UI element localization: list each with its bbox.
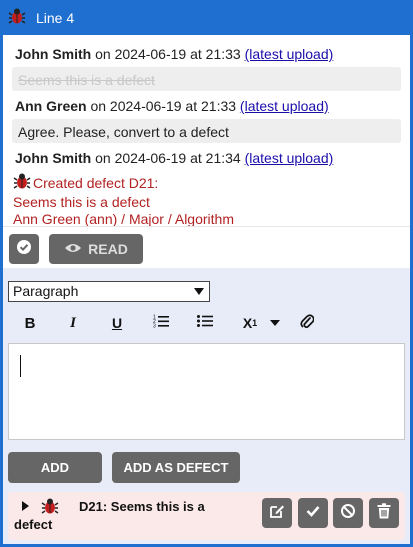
format-select[interactable]: Paragraph [8,281,210,302]
italic-button[interactable]: I [65,312,81,334]
latest-upload-link[interactable]: (latest upload) [245,150,334,166]
comment-list: John Smith on 2024-06-19 at 21:33 (lates… [3,35,410,228]
ban-icon [340,503,356,524]
defect-note-line: Created defect D21: [13,172,234,194]
reject-defect-button[interactable] [333,498,363,528]
text-caret [20,355,21,377]
bullet-list-button[interactable] [195,312,215,334]
read-label: READ [88,241,128,257]
underline-button[interactable]: U [108,312,126,334]
panel-title: Line 4 [36,9,75,26]
numbered-list-icon: 1 2 3 [153,314,169,333]
comment-header: John Smith on 2024-06-19 at 21:34 (lates… [15,150,333,166]
defect-section: D21: Seems this is a defect [3,489,410,544]
subscript-dropdown[interactable] [269,312,281,334]
bug-icon [41,497,59,520]
comment-date: on 2024-06-19 at 21:33 [91,46,245,62]
resolve-defect-button[interactable] [298,498,328,528]
svg-text:3: 3 [153,323,156,328]
delete-defect-button[interactable] [369,498,399,528]
read-button[interactable]: READ [49,234,143,264]
edit-icon [269,503,285,524]
defect-item: D21: Seems this is a defect [8,492,405,540]
bold-button[interactable]: B [21,312,39,334]
comment-text: Seems this is a defect [12,67,401,91]
subscript-button[interactable]: X1 [239,312,261,334]
review-panel: Line 4 John Smith on 2024-06-19 at 21:33… [0,0,413,547]
comment-author: John Smith [15,150,92,166]
comment-header: John Smith on 2024-06-19 at 21:33 (lates… [15,46,333,62]
subscript-label: X [242,315,253,331]
defect-note-title: Created defect D21: [33,174,159,191]
latest-upload-link[interactable]: (latest upload) [240,98,329,114]
mark-resolved-button[interactable] [9,234,39,264]
panel-header: Line 4 [0,0,413,35]
caret-down-icon [270,320,280,326]
bug-icon [13,172,31,194]
add-as-defect-button[interactable]: ADD AS DEFECT [112,452,240,483]
edit-defect-button[interactable] [262,498,292,528]
bullet-list-icon [197,314,213,333]
chevron-down-icon [194,288,204,295]
comment-author: John Smith [15,46,92,62]
subscript-index: 1 [252,318,258,328]
comment-date: on 2024-06-19 at 21:33 [86,98,240,114]
expand-triangle-icon[interactable] [22,501,29,511]
check-circle-icon [16,239,32,260]
comment-text: Agree. Please, convert to a defect [12,119,401,143]
latest-upload-link[interactable]: (latest upload) [245,46,334,62]
comment-date: on 2024-06-19 at 21:34 [91,150,245,166]
comment-header: Ann Green on 2024-06-19 at 21:33 (latest… [15,98,329,114]
trash-icon [377,502,391,524]
paperclip-icon [300,313,315,334]
check-icon [306,504,320,522]
comment-author: Ann Green [15,98,87,114]
add-button[interactable]: ADD [8,452,102,483]
numbered-list-button[interactable]: 1 2 3 [151,312,171,334]
eye-icon [64,241,82,257]
defect-created-note: Created defect D21: Seems this is a defe… [13,172,234,228]
bug-icon [8,7,26,28]
comment-editor: Paragraph B I U 1 2 3 X 1 ADD ADD AS DEF… [3,268,410,489]
comment-textarea[interactable] [8,343,405,440]
comment-actions: READ [3,226,410,268]
format-select-value: Paragraph [13,283,79,299]
attach-button[interactable] [299,312,315,334]
defect-note-summary: Seems this is a defect [13,194,150,210]
